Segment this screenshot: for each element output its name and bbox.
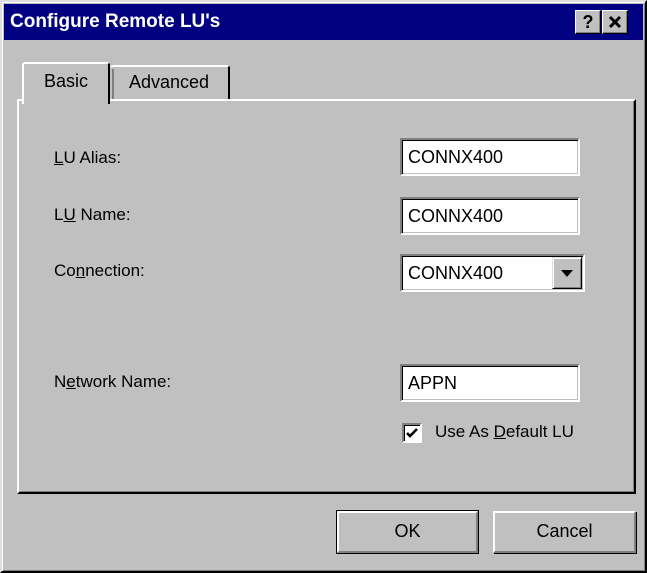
default-lu-label[interactable]: Use As Default LU [435,422,574,442]
default-lu-checkbox[interactable] [402,423,422,443]
cancel-button[interactable]: Cancel [493,511,636,553]
connection-value: CONNX400 [408,263,504,283]
ok-button[interactable]: OK [336,510,479,554]
check-icon [406,428,418,438]
title-bar[interactable]: Configure Remote LU's ? [4,4,643,40]
tab-basic-label: Basic [43,71,88,91]
close-icon [608,15,622,29]
lu-alias-input[interactable] [400,138,580,176]
chevron-down-icon [561,270,573,277]
connection-dropdown-button[interactable] [552,257,582,289]
tab-advanced[interactable]: Advanced [110,65,230,99]
connection-select[interactable]: CONNX400 [400,254,585,292]
tab-basic[interactable]: Basic [22,62,110,104]
dialog-window: Configure Remote LU's ? Advanced Basic L… [0,0,647,573]
lu-name-input[interactable] [400,197,580,235]
help-button[interactable]: ? [575,10,601,34]
network-name-label: Network Name: [54,372,172,391]
lu-alias-label: LU Alias: [54,148,122,167]
window-title: Configure Remote LU's [10,11,221,32]
network-name-input[interactable] [400,364,580,402]
lu-name-label: LU Name: [54,205,131,224]
help-icon: ? [582,12,594,32]
connection-label: Connection: [54,261,145,280]
close-button[interactable] [602,10,628,34]
tab-advanced-label: Advanced [128,72,210,92]
